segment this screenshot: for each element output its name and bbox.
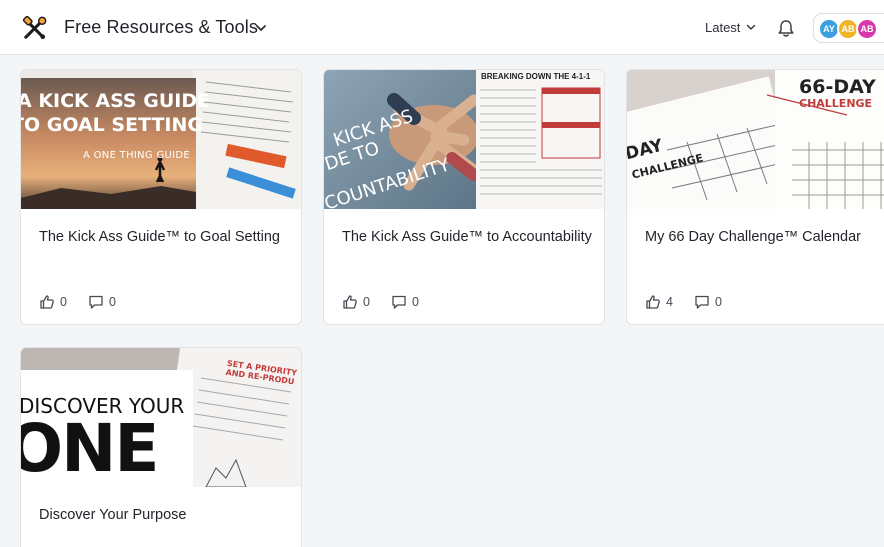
comment-count: 0 <box>412 295 419 309</box>
thumbnail-text: A KICK ASS GUIDE <box>21 90 211 112</box>
top-bar: Free Resources & Tools Latest AY AB AB <box>0 0 884 55</box>
like-count: 0 <box>363 295 370 309</box>
card-title[interactable]: Discover Your Purpose <box>39 506 289 524</box>
resource-card[interactable]: 66-DAY CHALLENGE DAY CHALLENGE My 66 Day… <box>626 69 884 325</box>
card-title[interactable]: The Kick Ass Guide™ to Accountability <box>342 228 592 246</box>
card-title[interactable]: My 66 Day Challenge™ Calendar <box>645 228 884 246</box>
card-title[interactable]: The Kick Ass Guide™ to Goal Setting <box>39 228 289 246</box>
member-avatars[interactable]: AY AB AB <box>813 13 884 43</box>
chevron-down-icon[interactable] <box>254 21 268 35</box>
resource-card[interactable]: SET A PRIORITY AND RE-PRODU DISCOVER YOU… <box>20 347 302 547</box>
comment-count: 0 <box>715 295 722 309</box>
page-title[interactable]: Free Resources & Tools <box>64 17 258 38</box>
comment-icon[interactable] <box>694 294 710 310</box>
tools-icon <box>22 15 47 40</box>
thumbnail-text: ONE <box>21 410 159 487</box>
resource-card[interactable]: A KICK ASS GUIDE TO GOAL SETTING A ONE T… <box>20 69 302 325</box>
thumbnail-text: BREAKING DOWN THE 4-1-1 <box>481 72 591 81</box>
thumbnail-text: TO GOAL SETTING <box>21 114 203 136</box>
card-thumbnail[interactable]: A KICK ASS GUIDE TO GOAL SETTING A ONE T… <box>21 70 301 209</box>
comment-icon[interactable] <box>88 294 104 310</box>
sort-dropdown-label[interactable]: Latest <box>705 20 740 35</box>
card-thumbnail[interactable]: 66-DAY CHALLENGE DAY CHALLENGE <box>627 70 884 209</box>
like-count: 0 <box>60 295 67 309</box>
thumbs-up-icon[interactable] <box>645 294 661 310</box>
thumbnail-text: CHALLENGE <box>799 97 873 110</box>
comment-count: 0 <box>109 295 116 309</box>
thumbs-up-icon[interactable] <box>39 294 55 310</box>
avatar: AB <box>856 18 878 40</box>
thumbs-up-icon[interactable] <box>342 294 358 310</box>
thumbnail-text: A ONE THING GUIDE <box>83 150 190 161</box>
comment-icon[interactable] <box>391 294 407 310</box>
thumbnail-text: 66-DAY <box>799 76 876 98</box>
resource-card[interactable]: BREAKING DOWN THE 4-1-1 KICK ASS DE TO C… <box>323 69 605 325</box>
notifications-bell-icon[interactable] <box>777 19 795 38</box>
chevron-down-icon[interactable] <box>745 21 757 33</box>
like-count: 4 <box>666 295 673 309</box>
card-thumbnail[interactable]: BREAKING DOWN THE 4-1-1 KICK ASS DE TO C… <box>324 70 604 209</box>
card-thumbnail[interactable]: SET A PRIORITY AND RE-PRODU DISCOVER YOU… <box>21 348 301 487</box>
